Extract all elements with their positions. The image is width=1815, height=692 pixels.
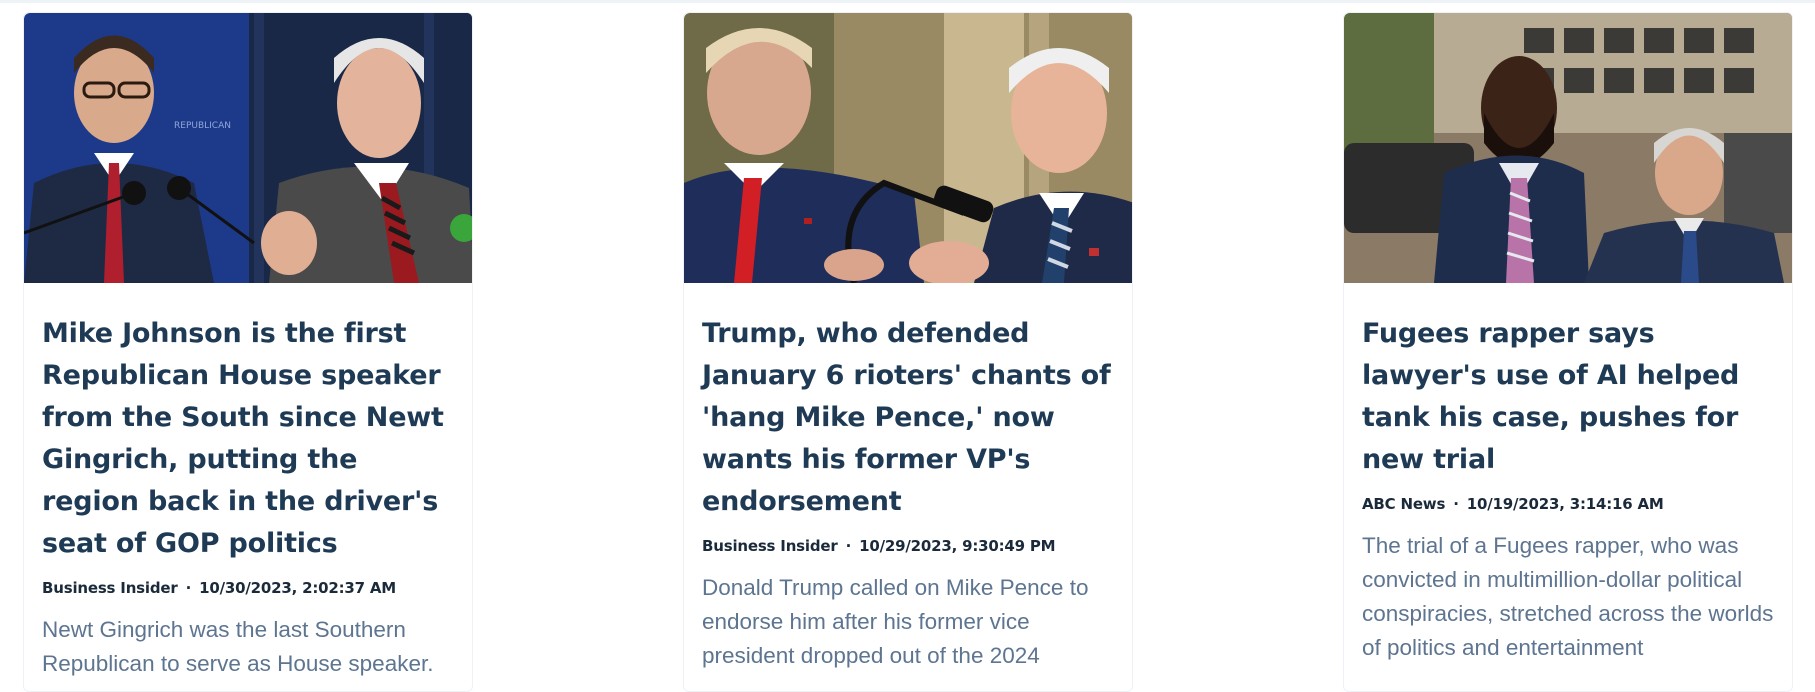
- article-date: 10/30/2023, 2:02:37 AM: [199, 579, 397, 597]
- meta-separator: ·: [180, 579, 197, 597]
- article-image[interactable]: [1344, 13, 1792, 283]
- article-source: Business Insider: [702, 537, 838, 555]
- article-headline[interactable]: Trump, who defended January 6 rioters' c…: [702, 313, 1114, 523]
- article-description: The trial of a Fugees rapper, who was co…: [1362, 533, 1774, 660]
- article-headline[interactable]: Fugees rapper says lawyer's use of AI he…: [1362, 313, 1774, 481]
- article-meta: Business Insider · 10/29/2023, 9:30:49 P…: [702, 537, 1114, 555]
- meta-separator: ·: [1448, 495, 1464, 513]
- news-card[interactable]: Trump, who defended January 6 rioters' c…: [683, 12, 1133, 692]
- article-meta: Business Insider · 10/30/2023, 2:02:37 A…: [42, 579, 454, 597]
- article-description: Newt Gingrich was the last Southern Repu…: [42, 617, 434, 676]
- article-source: Business Insider: [42, 579, 178, 597]
- top-divider: [0, 0, 1815, 3]
- news-card[interactable]: REPUBLICAN Mike Johnson is the first Rep…: [23, 12, 473, 692]
- meta-separator: ·: [840, 537, 857, 555]
- article-date: 10/19/2023, 3:14:16 AM: [1466, 495, 1664, 513]
- article-image[interactable]: [684, 13, 1132, 283]
- article-headline[interactable]: Mike Johnson is the first Republican Hou…: [42, 313, 454, 565]
- article-description: Donald Trump called on Mike Pence to end…: [702, 575, 1089, 668]
- article-source: ABC News: [1362, 495, 1446, 513]
- svg-text:REPUBLICAN: REPUBLICAN: [174, 121, 231, 131]
- article-date: 10/29/2023, 9:30:49 PM: [859, 537, 1056, 555]
- article-meta: ABC News · 10/19/2023, 3:14:16 AM: [1362, 495, 1774, 513]
- article-image[interactable]: REPUBLICAN: [24, 13, 472, 283]
- news-card[interactable]: Fugees rapper says lawyer's use of AI he…: [1343, 12, 1793, 692]
- news-grid: REPUBLICAN Mike Johnson is the first Rep…: [23, 12, 1793, 692]
